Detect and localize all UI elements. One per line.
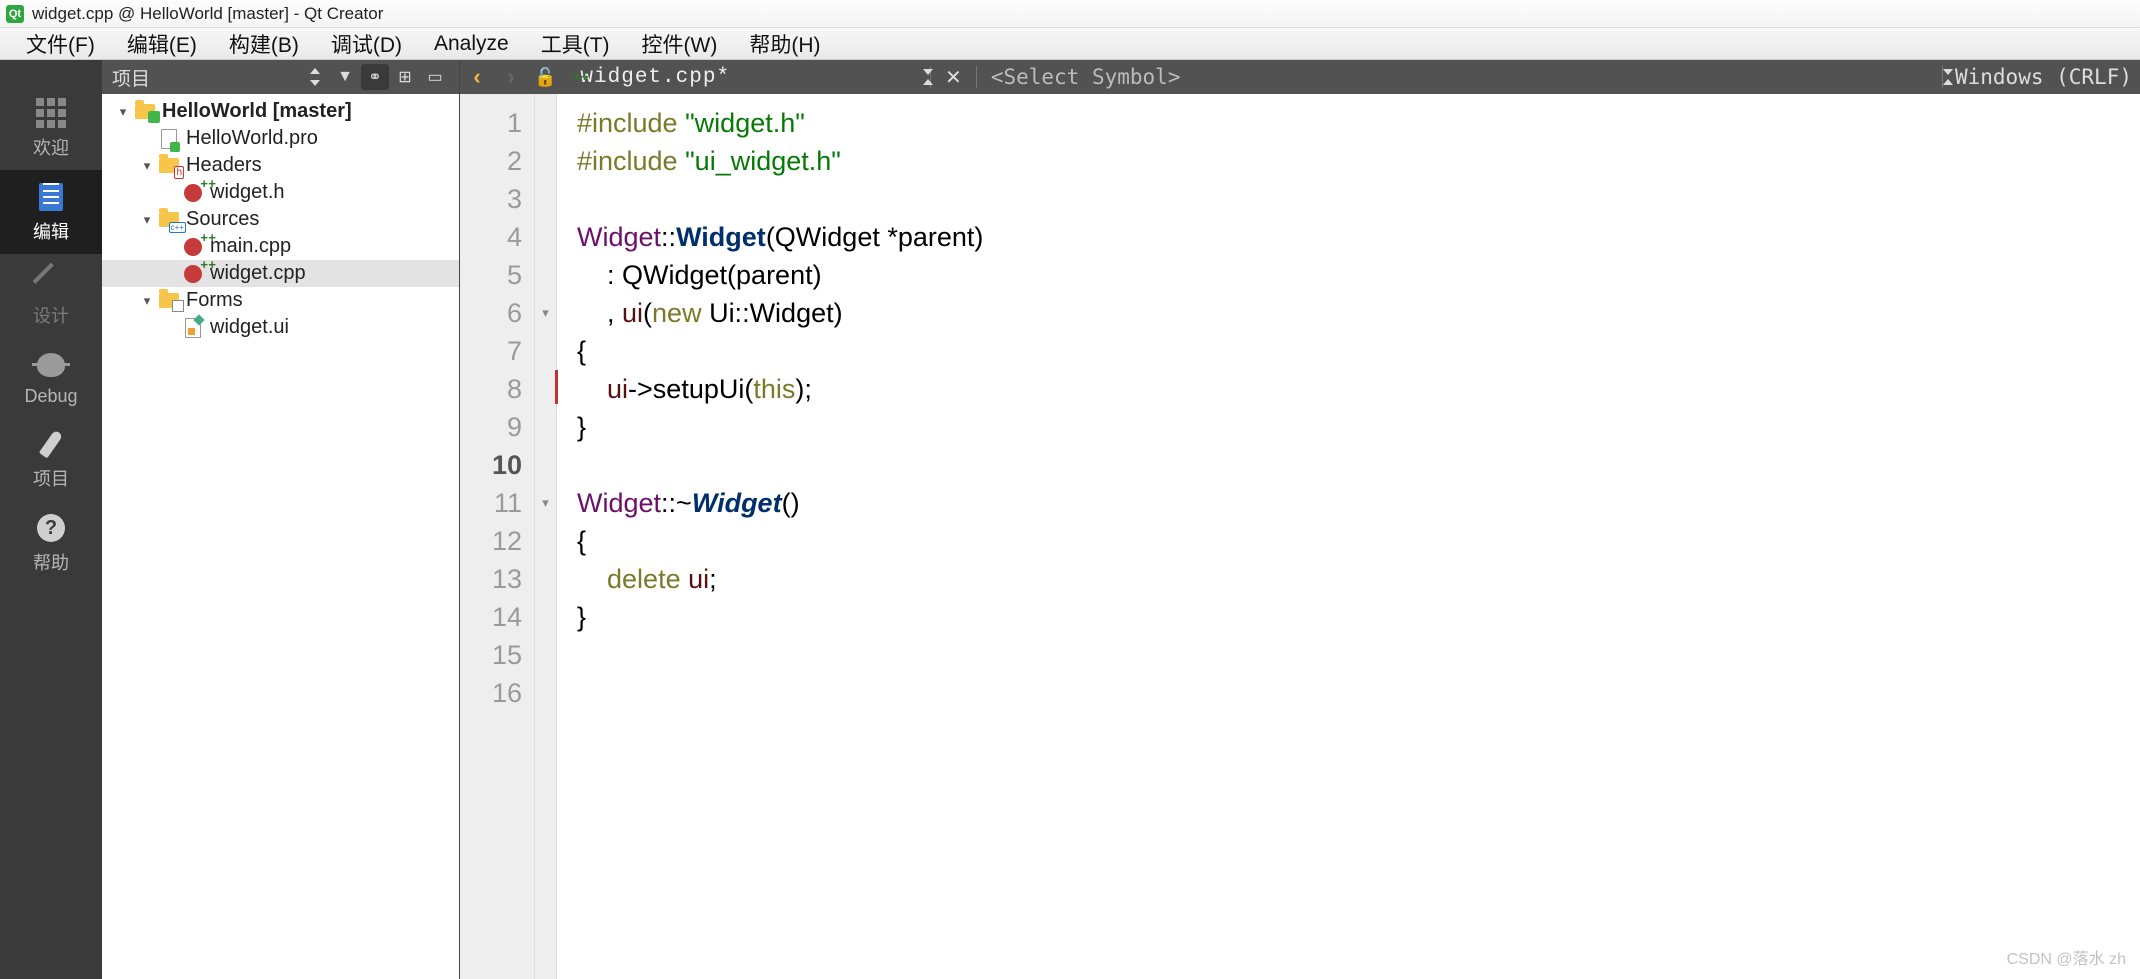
document-icon <box>33 182 69 212</box>
project-tree[interactable]: ▾ HelloWorld [master] HelloWorld.pro ▾ H… <box>102 94 459 979</box>
mode-help[interactable]: ? 帮助 <box>0 501 102 585</box>
editor-toolbar: ‹ › 🔓 widget.cpp* ✕ <Select Symbol> Wind… <box>460 60 2140 94</box>
mode-projects-label: 项目 <box>33 465 69 491</box>
file-h-icon <box>182 183 204 203</box>
sidebar-title[interactable]: 项目 <box>112 64 299 91</box>
menu-file[interactable]: 文件(F) <box>10 27 111 61</box>
tree-widget-cpp-label: widget.cpp <box>210 262 306 285</box>
pencil-icon <box>33 266 69 296</box>
mode-design[interactable]: 设计 <box>0 254 102 338</box>
code-content[interactable]: #include "widget.h" #include "ui_widget.… <box>557 94 2140 979</box>
folder-qt-icon <box>134 102 156 122</box>
menu-widgets[interactable]: 控件(W) <box>626 27 734 61</box>
menu-tools[interactable]: 工具(T) <box>525 27 626 61</box>
tree-main-cpp[interactable]: main.cpp <box>102 233 459 260</box>
project-sidebar: 项目 ▼ ⚭ ⊞ ▭ ▾ HelloWorld [master] HelloWo… <box>102 60 460 979</box>
tree-forms-folder[interactable]: ▾ Forms <box>102 287 459 314</box>
link-icon[interactable]: ⚭ <box>361 64 389 90</box>
menu-debug[interactable]: 调试(D) <box>315 27 418 61</box>
app-icon: Qt <box>6 5 24 23</box>
lock-icon[interactable]: 🔓 <box>534 67 556 88</box>
menu-analyze[interactable]: Analyze <box>418 30 525 58</box>
wrench-icon <box>33 429 69 459</box>
tree-pro-file[interactable]: HelloWorld.pro <box>102 125 459 152</box>
sidebar-updown-icon[interactable] <box>301 64 329 90</box>
mode-edit[interactable]: 编辑 <box>0 170 102 254</box>
mode-welcome[interactable]: 欢迎 <box>0 86 102 170</box>
add-split-icon[interactable]: ⊞ <box>391 64 419 90</box>
symbol-selector[interactable]: <Select Symbol> <box>991 65 1938 89</box>
tree-sources-folder[interactable]: ▾ Sources <box>102 206 459 233</box>
tree-widget-ui-label: widget.ui <box>210 316 289 339</box>
title-bar: Qt widget.cpp @ HelloWorld [master] - Qt… <box>0 0 2140 28</box>
tree-widget-cpp[interactable]: widget.cpp <box>102 260 459 287</box>
tree-main-cpp-label: main.cpp <box>210 235 291 258</box>
editor-area: ‹ › 🔓 widget.cpp* ✕ <Select Symbol> Wind… <box>460 60 2140 979</box>
menu-edit[interactable]: 编辑(E) <box>111 27 213 61</box>
mode-design-label: 设计 <box>33 302 69 328</box>
close-icon[interactable]: ✕ <box>945 65 962 90</box>
sidebar-header: 项目 ▼ ⚭ ⊞ ▭ <box>102 60 459 94</box>
tree-pro-label: HelloWorld.pro <box>186 127 318 150</box>
bug-icon <box>33 350 69 380</box>
tree-sources-label: Sources <box>186 208 259 231</box>
tree-forms-label: Forms <box>186 289 243 312</box>
mode-edit-label: 编辑 <box>33 218 69 244</box>
tree-widget-h[interactable]: widget.h <box>102 179 459 206</box>
nav-forward-icon[interactable]: › <box>498 64 524 90</box>
file-cpp-icon <box>182 237 204 257</box>
encoding-selector[interactable]: Windows (CRLF) <box>1955 65 2132 89</box>
tree-headers-folder[interactable]: ▾ Headers <box>102 152 459 179</box>
mode-welcome-label: 欢迎 <box>33 134 69 160</box>
menu-bar: 文件(F) 编辑(E) 构建(B) 调试(D) Analyze 工具(T) 控件… <box>0 28 2140 60</box>
nav-back-icon[interactable]: ‹ <box>464 64 490 90</box>
mode-bar: 欢迎 编辑 设计 Debug 项目 ? 帮助 <box>0 60 102 979</box>
mode-projects[interactable]: 项目 <box>0 417 102 501</box>
mode-debug[interactable]: Debug <box>0 338 102 417</box>
fold-column[interactable]: ▾▾ <box>535 94 557 979</box>
cursor-marker <box>555 370 558 404</box>
line-gutter[interactable]: 12345678910111213141516 <box>460 94 535 979</box>
mode-debug-label: Debug <box>24 386 77 407</box>
folder-forms-icon <box>158 291 180 311</box>
filter-icon[interactable]: ▼ <box>331 64 359 90</box>
tree-widget-h-label: widget.h <box>210 181 285 204</box>
mode-help-label: 帮助 <box>33 549 69 575</box>
folder-sources-icon <box>158 210 180 230</box>
tree-root-label: HelloWorld [master] <box>162 100 352 123</box>
file-ui-icon <box>182 318 204 338</box>
tree-root[interactable]: ▾ HelloWorld [master] <box>102 98 459 125</box>
tree-headers-label: Headers <box>186 154 262 177</box>
code-editor[interactable]: 12345678910111213141516 ▾▾ #include "wid… <box>460 94 2140 979</box>
editor-filename[interactable]: widget.cpp* <box>580 66 730 89</box>
file-cpp-icon <box>182 264 204 284</box>
separator <box>976 66 977 88</box>
folder-headers-icon <box>158 156 180 176</box>
tree-widget-ui[interactable]: widget.ui <box>102 314 459 341</box>
window-title: widget.cpp @ HelloWorld [master] - Qt Cr… <box>32 4 383 24</box>
question-icon: ? <box>33 513 69 543</box>
grid-icon <box>33 98 69 128</box>
file-pro-icon <box>158 129 180 149</box>
collapse-icon[interactable]: ▭ <box>421 64 449 90</box>
menu-build[interactable]: 构建(B) <box>213 27 315 61</box>
menu-help[interactable]: 帮助(H) <box>733 27 836 61</box>
